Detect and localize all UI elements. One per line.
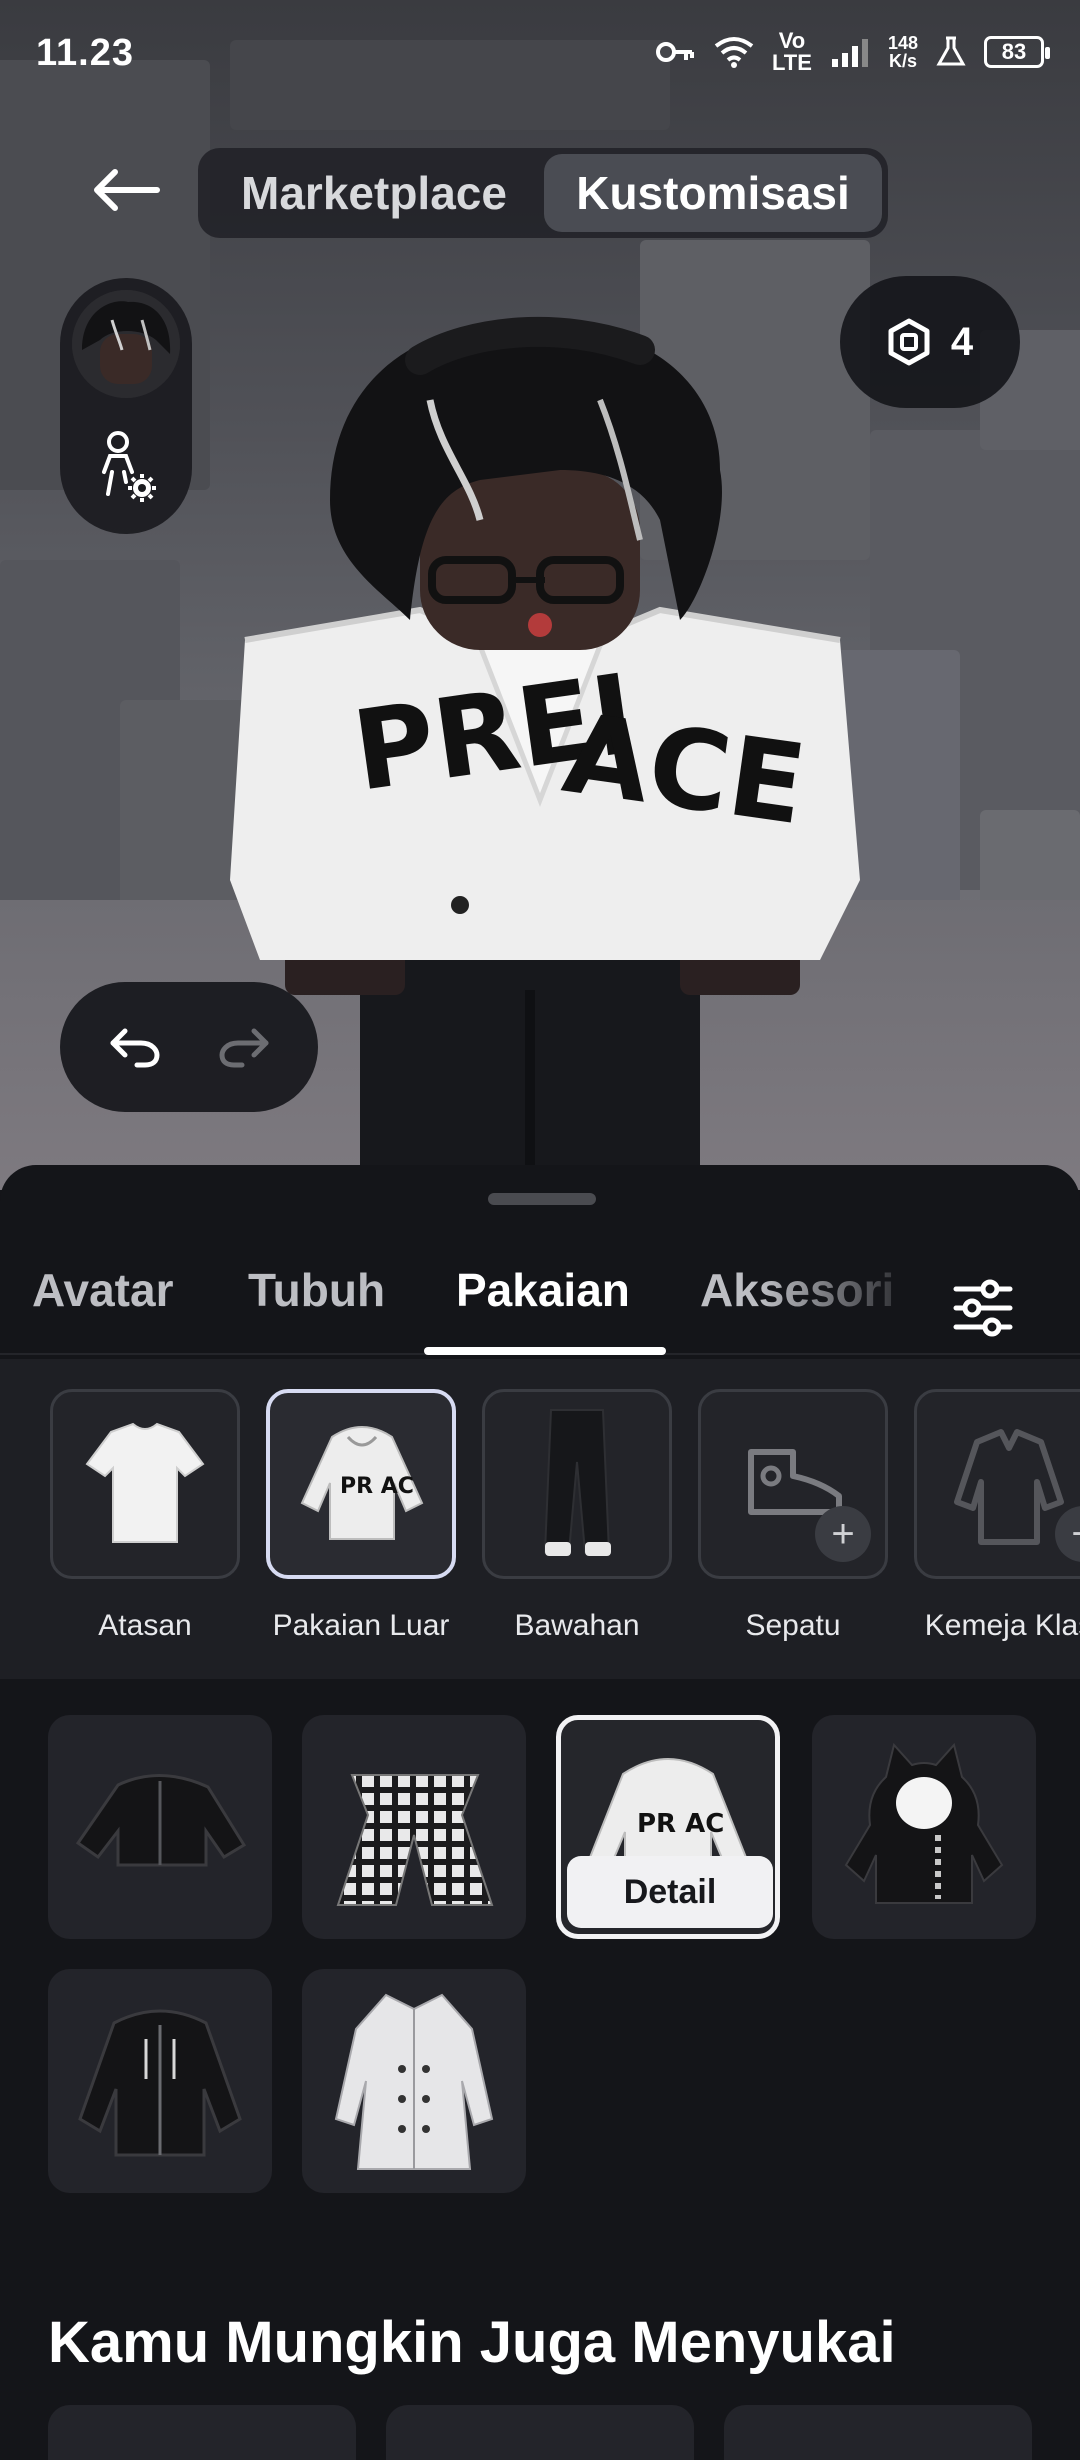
subcategory-bawahan[interactable]: Bawahan: [482, 1389, 672, 1643]
status-bar: 11.23 Vo LTE 148 K/s 83: [0, 0, 1080, 110]
speed-value: 148: [887, 33, 918, 53]
avatar-thumbnail[interactable]: [72, 290, 180, 398]
category-tabs: Avatar Tubuh Pakaian Aksesori: [0, 1235, 1080, 1355]
subcategory-label: Atasan: [98, 1609, 192, 1642]
robux-icon: [888, 318, 930, 366]
battery-icon: 83: [984, 36, 1050, 68]
jacket-thumbnail: [75, 1774, 247, 1867]
svg-text:PR AC: PR AC: [637, 1809, 724, 1839]
undo-icon[interactable]: [107, 1025, 163, 1069]
tab-kustomisasi[interactable]: Kustomisasi: [544, 154, 882, 232]
tab-pakaian[interactable]: Pakaian: [456, 1263, 630, 1317]
item-plaid-waist-shirt[interactable]: [302, 1715, 526, 1939]
wifi-icon: [714, 37, 754, 68]
arrow-left-icon: [94, 169, 160, 211]
classic-shirt-icon: [954, 1429, 1064, 1545]
subcategory-row: Atasan PR AC Pakaian Luar Bawahan + Sepa…: [0, 1359, 1080, 1679]
subcategory-thumbnail: PR AC: [266, 1389, 456, 1579]
subcategory-label: Kemeja Klas: [924, 1609, 1080, 1642]
item-black-zip-hoodie[interactable]: [48, 1969, 272, 2193]
subcategory-sepatu[interactable]: + Sepatu: [698, 1389, 888, 1643]
add-icon: +: [815, 1506, 871, 1562]
status-icons: Vo LTE 148 K/s 83: [655, 28, 1050, 75]
tshirt-icon: [85, 1422, 205, 1543]
sheet-drag-handle[interactable]: [488, 1193, 596, 1205]
item-black-cat-hoodie[interactable]: [812, 1715, 1036, 1939]
pants-icon: [543, 1409, 611, 1556]
item-white-long-coat[interactable]: [302, 1969, 526, 2193]
signal-icon: [831, 39, 868, 67]
tab-avatar[interactable]: Avatar: [32, 1263, 173, 1317]
subcategory-thumbnail: +: [698, 1389, 888, 1579]
subcategory-thumbnail: +: [914, 1389, 1080, 1579]
network-speed: 148 K/s: [888, 34, 918, 70]
subcategory-kemeja-klasik[interactable]: + Kemeja Klas: [914, 1389, 1080, 1643]
subcategory-label: Bawahan: [514, 1609, 640, 1642]
cat-hoodie-thumbnail: [844, 1742, 1004, 1904]
tab-tubuh[interactable]: Tubuh: [248, 1263, 385, 1317]
recommendation-card[interactable]: [724, 2405, 1032, 2460]
detail-button[interactable]: Detail: [567, 1856, 773, 1928]
subcategory-thumbnail: [482, 1389, 672, 1579]
recommendations-title: Kamu Mungkin Juga Menyukai: [48, 2310, 896, 2375]
zip-hoodie-thumbnail: [78, 2009, 242, 2157]
back-button[interactable]: [78, 150, 174, 230]
avatar-head-thumbnail: [72, 290, 180, 398]
item-black-cropped-jacket[interactable]: [48, 1715, 272, 1939]
speed-unit: K/s: [888, 51, 917, 71]
recommendation-card[interactable]: [48, 2405, 356, 2460]
avatar-tools-pill: [60, 278, 192, 534]
redo-icon[interactable]: [216, 1025, 272, 1069]
subcategory-label: Pakaian Luar: [272, 1609, 450, 1642]
item-white-graphic-hoodie[interactable]: PR AC Detail: [556, 1715, 780, 1939]
plaid-shirt-thumbnail: [336, 1774, 494, 1906]
customize-sheet: Avatar Tubuh Pakaian Aksesori Atasan: [0, 1165, 1080, 2460]
subcategory-thumbnail: [50, 1389, 240, 1579]
status-time: 11.23: [36, 32, 134, 74]
robux-balance[interactable]: 4: [840, 276, 1020, 408]
network-label: Vo LTE: [771, 28, 812, 75]
long-coat-thumbnail: [334, 1993, 494, 2170]
avatar-settings-icon: [102, 431, 156, 502]
key-icon: [655, 42, 694, 62]
active-tab-indicator: [424, 1347, 666, 1355]
recommendation-card[interactable]: [386, 2405, 694, 2460]
sliders-icon[interactable]: [950, 1275, 1016, 1341]
robux-amount: 4: [950, 319, 974, 364]
subcategory-atasan[interactable]: Atasan: [50, 1389, 240, 1643]
svg-text:PR AC: PR AC: [340, 1474, 414, 1499]
tab-marketplace[interactable]: Marketplace: [204, 154, 544, 232]
hoodie-icon: PR AC: [300, 1426, 424, 1540]
mode-switch: Marketplace Kustomisasi: [198, 148, 888, 238]
battery-level: 83: [1001, 39, 1027, 64]
avatar-settings-button[interactable]: [86, 428, 166, 508]
history-controls: [60, 982, 318, 1112]
lab-flask-icon: [936, 36, 966, 66]
subcategory-pakaian-luar[interactable]: PR AC Pakaian Luar: [266, 1389, 456, 1643]
subcategory-label: Sepatu: [745, 1609, 841, 1642]
tabs-fade: [760, 1255, 920, 1345]
